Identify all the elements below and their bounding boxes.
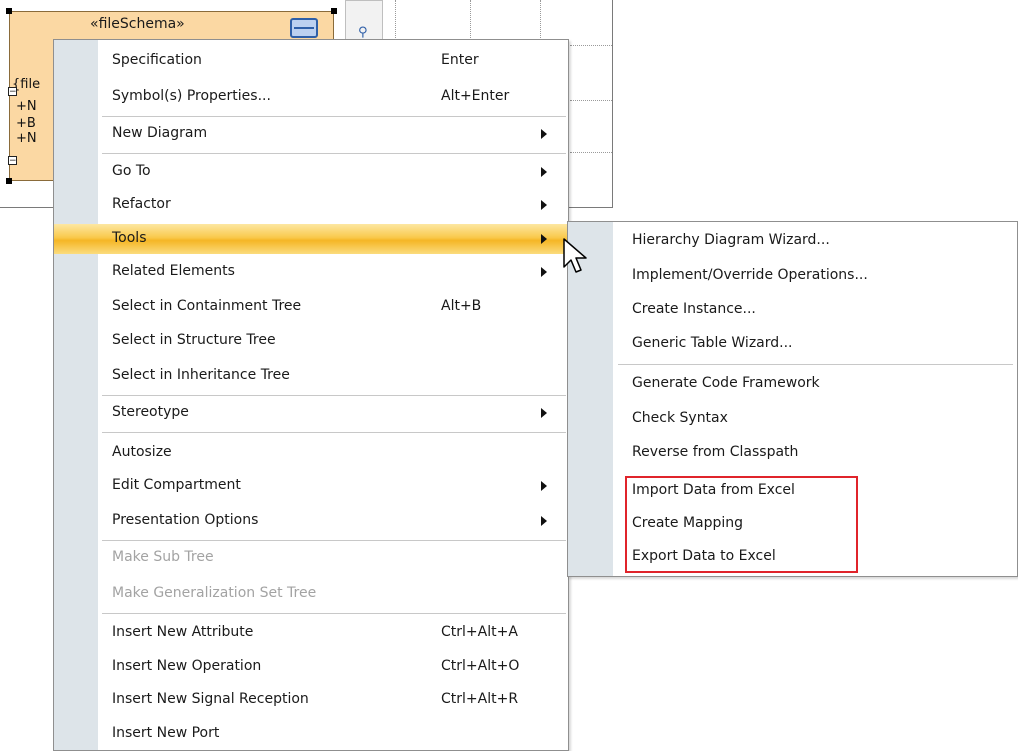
menu-item-label: Insert New Port xyxy=(112,725,220,741)
relationship-icon[interactable]: ⚲ xyxy=(358,25,368,40)
mouse-pointer-icon xyxy=(563,238,587,273)
menu-item-label: Insert New Attribute xyxy=(112,624,254,640)
submenu-item-hierarchy-diagram-wizard[interactable]: Hierarchy Diagram Wizard... xyxy=(568,226,1017,256)
menu-item-insert-new-signal-reception[interactable]: Insert New Signal Reception Ctrl+Alt+R xyxy=(54,685,568,715)
grid-line xyxy=(570,45,612,46)
submenu-arrow-icon xyxy=(541,267,547,277)
menu-item-label: Presentation Options xyxy=(112,512,259,528)
menu-item-label: Make Generalization Set Tree xyxy=(112,585,317,601)
grid-line xyxy=(570,100,612,101)
menu-item-presentation-options[interactable]: Presentation Options xyxy=(54,506,568,536)
menu-item-specification[interactable]: Specification Enter xyxy=(54,46,568,76)
context-menu: Specification Enter Symbol(s) Properties… xyxy=(53,39,569,751)
menu-item-label: Check Syntax xyxy=(632,410,728,426)
menu-item-select-inheritance-tree[interactable]: Select in Inheritance Tree xyxy=(54,361,568,391)
selection-handle[interactable] xyxy=(6,8,12,14)
menu-item-label: Reverse from Classpath xyxy=(632,444,799,460)
menu-item-label: Stereotype xyxy=(112,404,189,420)
submenu-item-implement-override-operations[interactable]: Implement/Override Operations... xyxy=(568,261,1017,291)
menu-item-label: Edit Compartment xyxy=(112,477,241,493)
selection-handle[interactable] xyxy=(331,8,337,14)
submenu-arrow-icon xyxy=(541,234,547,244)
menu-item-shortcut: Ctrl+Alt+R xyxy=(441,691,519,707)
class-stereotype: «fileSchema» xyxy=(90,16,185,32)
menu-item-label: Related Elements xyxy=(112,263,235,279)
submenu-arrow-icon xyxy=(541,408,547,418)
menu-item-label: Generic Table Wizard... xyxy=(632,335,793,351)
menu-item-insert-new-port[interactable]: Insert New Port xyxy=(54,719,568,749)
menu-separator xyxy=(102,613,566,614)
menu-separator xyxy=(102,540,566,541)
menu-item-make-generalization-set-tree: Make Generalization Set Tree xyxy=(54,579,568,609)
tools-submenu: Hierarchy Diagram Wizard... Implement/Ov… xyxy=(567,221,1018,577)
menu-item-label: Tools xyxy=(112,230,147,246)
menu-item-stereotype[interactable]: Stereotype xyxy=(54,398,568,428)
menu-item-insert-new-attribute[interactable]: Insert New Attribute Ctrl+Alt+A xyxy=(54,618,568,648)
menu-item-shortcut: Enter xyxy=(441,52,479,68)
class-attribute-text: +B xyxy=(16,116,36,131)
submenu-item-generic-table-wizard[interactable]: Generic Table Wizard... xyxy=(568,329,1017,359)
selection-handle[interactable] xyxy=(6,178,12,184)
class-attribute-text: +N xyxy=(16,99,37,114)
menu-item-new-diagram[interactable]: New Diagram xyxy=(54,119,568,149)
collapse-icon[interactable]: − xyxy=(8,156,17,166)
menu-item-label: Select in Structure Tree xyxy=(112,332,276,348)
annotation-highlight-box xyxy=(625,476,858,573)
menu-item-tools[interactable]: Tools xyxy=(54,224,568,254)
grid-line xyxy=(570,152,612,153)
menu-item-shortcut: Alt+Enter xyxy=(441,88,510,104)
class-attribute-text: +N xyxy=(16,131,37,146)
menu-item-label: Implement/Override Operations... xyxy=(632,267,868,283)
menu-item-label: Select in Containment Tree xyxy=(112,298,302,314)
submenu-arrow-icon xyxy=(541,167,547,177)
menu-item-label: Create Instance... xyxy=(632,301,756,317)
menu-item-go-to[interactable]: Go To xyxy=(54,157,568,187)
menu-item-select-containment-tree[interactable]: Select in Containment Tree Alt+B xyxy=(54,292,568,322)
menu-item-symbol-properties[interactable]: Symbol(s) Properties... Alt+Enter xyxy=(54,82,568,112)
submenu-item-reverse-from-classpath[interactable]: Reverse from Classpath xyxy=(568,438,1017,468)
submenu-arrow-icon xyxy=(541,129,547,139)
menu-item-make-sub-tree: Make Sub Tree xyxy=(54,543,568,573)
menu-separator xyxy=(102,116,566,117)
menu-item-label: Go To xyxy=(112,163,151,179)
menu-item-label: Autosize xyxy=(112,444,172,460)
submenu-arrow-icon xyxy=(541,481,547,491)
submenu-item-check-syntax[interactable]: Check Syntax xyxy=(568,404,1017,434)
menu-item-label: Make Sub Tree xyxy=(112,549,214,565)
menu-separator xyxy=(102,395,566,396)
menu-item-label: Symbol(s) Properties... xyxy=(112,88,271,104)
menu-item-label: Insert New Operation xyxy=(112,658,262,674)
submenu-item-create-instance[interactable]: Create Instance... xyxy=(568,295,1017,325)
collapse-icon[interactable]: − xyxy=(8,87,17,97)
menu-item-label: Select in Inheritance Tree xyxy=(112,367,290,383)
submenu-item-generate-code-framework[interactable]: Generate Code Framework xyxy=(568,369,1017,399)
menu-separator xyxy=(102,432,566,433)
menu-item-label: Refactor xyxy=(112,196,171,212)
menu-item-label: Specification xyxy=(112,52,202,68)
menu-separator xyxy=(102,153,566,154)
menu-item-related-elements[interactable]: Related Elements xyxy=(54,257,568,287)
menu-item-shortcut: Ctrl+Alt+A xyxy=(441,624,518,640)
menu-item-label: New Diagram xyxy=(112,125,208,141)
menu-item-autosize[interactable]: Autosize xyxy=(54,438,568,468)
menu-item-label: Generate Code Framework xyxy=(632,375,820,391)
canvas-border xyxy=(612,0,613,208)
menu-item-edit-compartment[interactable]: Edit Compartment xyxy=(54,471,568,501)
submenu-arrow-icon xyxy=(541,516,547,526)
menu-item-select-structure-tree[interactable]: Select in Structure Tree xyxy=(54,326,568,356)
menu-item-label: Hierarchy Diagram Wizard... xyxy=(632,232,830,248)
menu-item-refactor[interactable]: Refactor xyxy=(54,190,568,220)
menu-item-insert-new-operation[interactable]: Insert New Operation Ctrl+Alt+O xyxy=(54,652,568,682)
menu-item-label: Insert New Signal Reception xyxy=(112,691,309,707)
menu-separator xyxy=(618,364,1013,365)
menu-item-shortcut: Ctrl+Alt+O xyxy=(441,658,520,674)
submenu-arrow-icon xyxy=(541,200,547,210)
menu-item-shortcut: Alt+B xyxy=(441,298,482,314)
class-type-icon xyxy=(290,18,318,38)
